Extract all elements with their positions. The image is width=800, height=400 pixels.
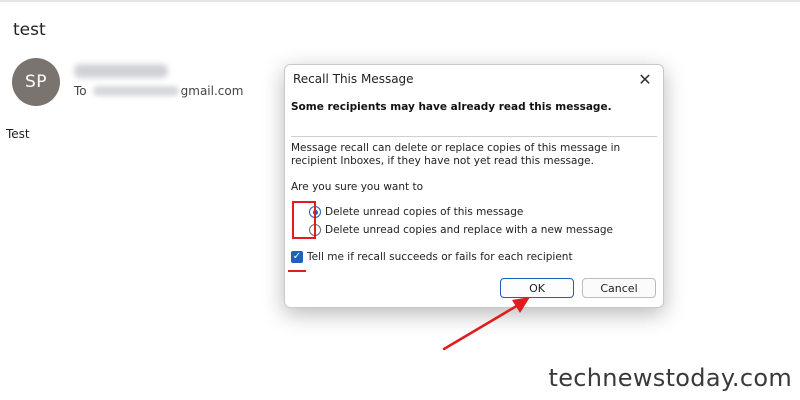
- close-button[interactable]: ✕: [635, 69, 655, 89]
- close-icon: ✕: [638, 69, 652, 89]
- top-divider: [0, 0, 800, 2]
- annotation-underline: [288, 270, 306, 272]
- sender-name-blurred: [74, 64, 168, 78]
- recipients-warning: Some recipients may have already read th…: [291, 101, 612, 113]
- notify-checkbox-row[interactable]: ✓ Tell me if recall succeeds or fails fo…: [291, 251, 573, 263]
- to-label: To: [74, 84, 87, 98]
- notify-checkbox-label: Tell me if recall succeeds or fails for …: [307, 251, 573, 263]
- dialog-divider: [291, 136, 657, 137]
- dialog-title: Recall This Message: [293, 72, 414, 86]
- recall-question: Are you sure you want to: [291, 181, 424, 193]
- checkbox-checked-icon[interactable]: ✓: [291, 251, 303, 263]
- email-subject: test: [13, 20, 46, 40]
- recipient-domain: gmail.com: [180, 84, 244, 98]
- recipient-row: To gmail.com: [74, 84, 243, 98]
- sender-avatar: SP: [12, 58, 60, 106]
- annotation-highlight-box: [292, 201, 316, 239]
- watermark: technewstoday.com: [548, 364, 792, 392]
- cancel-button[interactable]: Cancel: [582, 278, 656, 298]
- radio-option-replace[interactable]: Delete unread copies and replace with a …: [309, 224, 613, 236]
- radio-option-delete[interactable]: Delete unread copies of this message: [309, 206, 523, 218]
- ok-button[interactable]: OK: [500, 278, 574, 298]
- radio-label-delete: Delete unread copies of this message: [325, 206, 524, 218]
- recall-description: Message recall can delete or replace cop…: [291, 142, 621, 167]
- recipient-address-blurred: [92, 86, 179, 96]
- recall-message-dialog: Recall This Message ✕ Some recipients ma…: [284, 64, 664, 308]
- radio-label-replace: Delete unread copies and replace with a …: [325, 224, 614, 236]
- email-body: Test: [6, 127, 30, 141]
- avatar-initials: SP: [24, 72, 48, 92]
